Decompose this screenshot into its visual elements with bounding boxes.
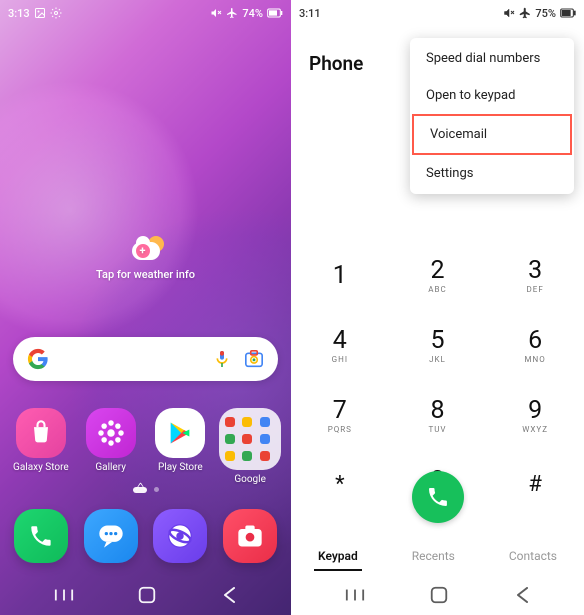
navigation-bar bbox=[0, 575, 291, 615]
back-button[interactable] bbox=[514, 586, 530, 604]
mute-icon bbox=[503, 7, 515, 19]
key-7[interactable]: 7PQRS bbox=[291, 390, 389, 442]
dock-phone[interactable] bbox=[9, 509, 73, 567]
image-icon bbox=[34, 7, 46, 19]
tab-recents[interactable]: Recents bbox=[408, 543, 459, 571]
phone-icon bbox=[426, 485, 450, 509]
menu-speed-dial[interactable]: Speed dial numbers bbox=[410, 40, 574, 77]
gear-icon bbox=[50, 7, 62, 19]
key-4[interactable]: 4GHI bbox=[291, 320, 389, 372]
status-time: 3:11 bbox=[299, 7, 321, 20]
key-3[interactable]: 3DEF bbox=[486, 250, 584, 302]
home-screen: 3:13 74% + Tap for weather info Galaxy S… bbox=[0, 0, 291, 615]
key-hash[interactable]: # bbox=[486, 460, 584, 512]
recents-button[interactable] bbox=[345, 587, 365, 603]
battery-icon bbox=[560, 8, 576, 18]
key-9[interactable]: 9WXYZ bbox=[486, 390, 584, 442]
dock-camera[interactable] bbox=[218, 509, 282, 567]
menu-voicemail[interactable]: Voicemail bbox=[412, 114, 572, 155]
back-button[interactable] bbox=[221, 586, 237, 604]
app-label: Play Store bbox=[158, 462, 203, 473]
app-label: Gallery bbox=[95, 462, 126, 473]
google-logo-icon bbox=[27, 348, 49, 370]
app-galaxy-store[interactable]: Galaxy Store bbox=[9, 408, 73, 485]
key-1[interactable]: 1 bbox=[291, 250, 389, 302]
key-2[interactable]: 2ABC bbox=[389, 250, 487, 302]
page-title: Phone bbox=[309, 52, 363, 75]
key-5[interactable]: 5JKL bbox=[389, 320, 487, 372]
call-button[interactable] bbox=[412, 471, 464, 523]
mic-icon[interactable] bbox=[214, 349, 230, 369]
home-button[interactable] bbox=[429, 585, 449, 605]
weather-widget[interactable]: + Tap for weather info bbox=[0, 236, 291, 281]
app-label: Google bbox=[234, 474, 266, 485]
menu-settings[interactable]: Settings bbox=[410, 155, 574, 192]
recents-button[interactable] bbox=[54, 587, 74, 603]
page-indicator[interactable] bbox=[0, 487, 291, 493]
battery-text: 74% bbox=[242, 7, 263, 20]
airplane-icon bbox=[226, 7, 238, 19]
app-play-store[interactable]: Play Store bbox=[148, 408, 212, 485]
bottom-tabs: Keypad Recents Contacts bbox=[291, 543, 584, 571]
menu-open-keypad[interactable]: Open to keypad bbox=[410, 77, 574, 114]
overflow-menu: Speed dial numbers Open to keypad Voicem… bbox=[410, 38, 574, 194]
google-search-bar[interactable] bbox=[13, 337, 278, 381]
app-label: Galaxy Store bbox=[13, 462, 69, 473]
app-gallery[interactable]: Gallery bbox=[79, 408, 143, 485]
key-6[interactable]: 6MNO bbox=[486, 320, 584, 372]
weather-label: Tap for weather info bbox=[96, 268, 195, 281]
tab-keypad[interactable]: Keypad bbox=[314, 543, 362, 571]
weather-icon: + bbox=[128, 236, 164, 264]
page-dot bbox=[154, 487, 159, 492]
battery-text: 75% bbox=[535, 7, 556, 20]
key-star[interactable]: * bbox=[291, 460, 389, 512]
app-row: Galaxy Store Gallery Play Store Google bbox=[0, 408, 291, 485]
airplane-icon bbox=[519, 7, 531, 19]
status-bar: 3:13 74% bbox=[0, 0, 291, 24]
lens-icon[interactable] bbox=[244, 350, 264, 368]
dock-messages[interactable] bbox=[79, 509, 143, 567]
phone-app: 3:11 75% Phone Speed dial numbers Open t… bbox=[291, 0, 584, 615]
dock bbox=[0, 509, 291, 567]
status-time: 3:13 bbox=[8, 7, 30, 20]
app-google-folder[interactable]: Google bbox=[218, 408, 282, 485]
home-button[interactable] bbox=[137, 585, 157, 605]
battery-icon bbox=[267, 8, 283, 18]
navigation-bar bbox=[291, 575, 584, 615]
status-bar: 3:11 75% bbox=[291, 0, 584, 24]
tab-contacts[interactable]: Contacts bbox=[505, 543, 561, 571]
dock-internet[interactable] bbox=[148, 509, 212, 567]
mute-icon bbox=[210, 7, 222, 19]
key-8[interactable]: 8TUV bbox=[389, 390, 487, 442]
home-dot bbox=[133, 487, 147, 493]
